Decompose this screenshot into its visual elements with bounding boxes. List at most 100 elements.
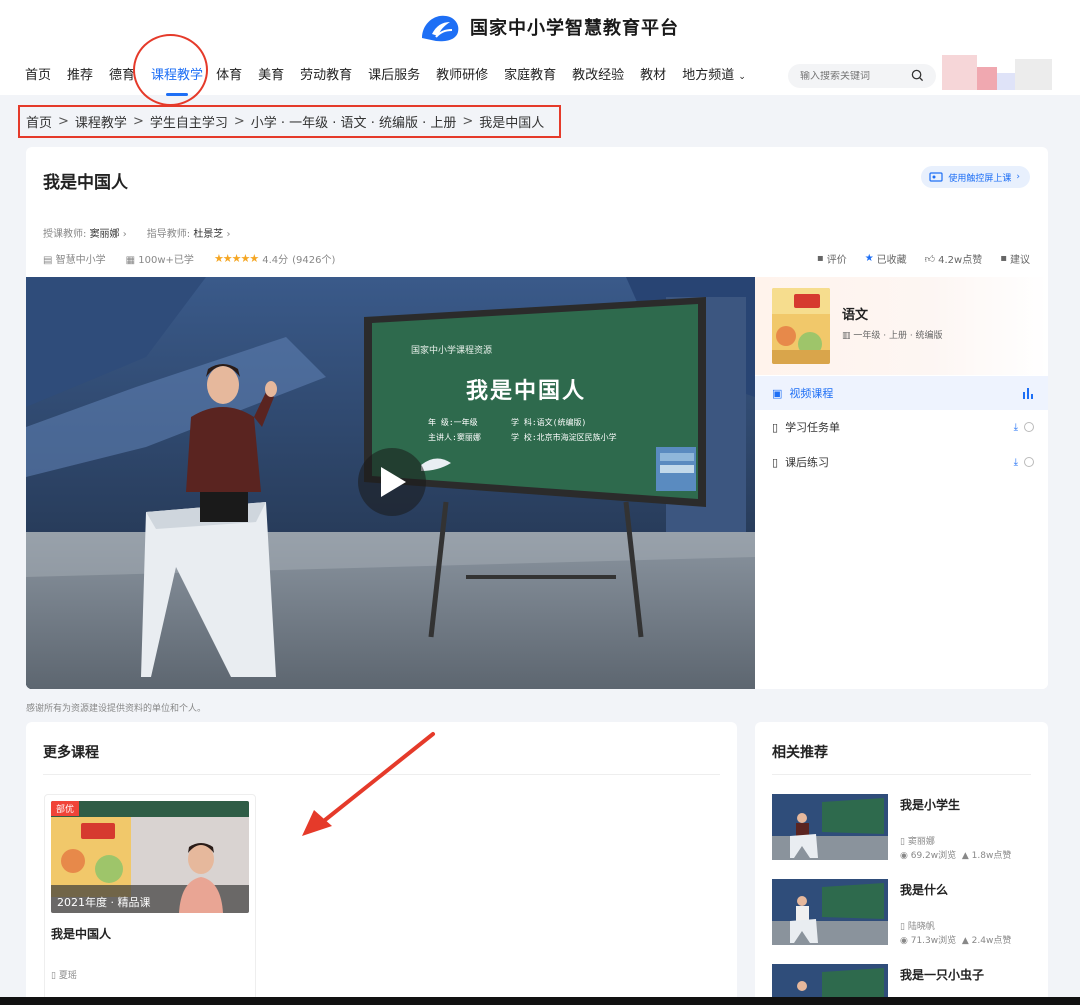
divider (772, 774, 1031, 775)
related-item[interactable]: 我是什么 ▯ 陆晓帆 ◉ 71.3w浏览 ▲ 2.4w点赞 (772, 879, 1032, 947)
search-box[interactable] (788, 64, 936, 88)
user-icon: ▯ (900, 922, 905, 932)
related-item[interactable]: 我是小学生 ▯ 窦丽娜 ◉ 69.2w浏览 ▲ 1.8w点赞 (772, 794, 1032, 862)
touchscreen-class-button[interactable]: 使用触控屏上课 › (921, 166, 1030, 188)
breadcrumb-home[interactable]: 首页 (26, 112, 52, 131)
breadcrumb-self-study[interactable]: 学生自主学习 (150, 112, 228, 131)
progress-ring-icon (1024, 422, 1034, 432)
nav-recommend[interactable]: 推荐 (67, 66, 93, 86)
nav-course-teaching[interactable]: 课程教学 (151, 66, 203, 86)
suggest-button[interactable]: ▪ 建议 (1000, 251, 1030, 266)
likes-label: 4.2w点赞 (938, 255, 983, 266)
breadcrumb-separator: > (462, 114, 474, 129)
likes-count: 1.8w点赞 (971, 851, 1012, 861)
like-button[interactable]: 👍︎ 4.2w点赞 (925, 251, 983, 267)
search-input[interactable] (800, 70, 910, 82)
teacher-row[interactable]: 授课教师: 窦丽娜 › (43, 225, 127, 240)
nav-teacher-training[interactable]: 教师研修 (436, 66, 488, 86)
board-school: 学 校:北京市海淀区民族小学 (511, 433, 617, 442)
related-card: 相关推荐 我是小学生 ▯ 窦丽娜 ◉ 69.2w浏览 ▲ 1.8w点赞 我是什么… (755, 722, 1048, 1005)
views-count: 71.3w浏览 (910, 936, 957, 946)
download-icon[interactable]: ⤓ (1014, 457, 1018, 468)
sidebar-item-label: 学习任务单 (785, 421, 841, 434)
progress-ring-icon (1024, 457, 1034, 467)
breadcrumb-grade[interactable]: 小学 · 一年级 · 语文 · 统编版 · 上册 (251, 112, 457, 131)
review-button[interactable]: ▪ 评价 (817, 251, 847, 266)
advisor-row[interactable]: 指导教师: 杜景芝 › (147, 225, 231, 240)
nav-sports[interactable]: 体育 (216, 66, 242, 86)
course-badge: 部优 (51, 801, 80, 816)
nav-after-school[interactable]: 课后服务 (368, 66, 420, 86)
textbook-desc: ▥ 一年级 · 上册 · 统编版 (842, 328, 943, 341)
nav-reform[interactable]: 教改经验 (572, 66, 624, 86)
course-card-author: ▯ 夏瑶 (51, 968, 77, 981)
video-player[interactable]: 国家中小学课程资源 我是中国人 年 级:一年级 学 科:语文(统编版) 主讲人:… (26, 277, 755, 689)
breadcrumb-current: 我是中国人 (479, 116, 545, 131)
site-logo[interactable]: 国家中小学智慧教育平台 (418, 8, 679, 46)
learners-meta: ▦ 100w+已学 (126, 251, 194, 266)
course-title: 我是中国人 (43, 173, 128, 193)
breadcrumb-separator: > (58, 114, 69, 129)
teacher-name: 窦丽娜 (89, 229, 120, 240)
views-count: 69.2w浏览 (910, 851, 957, 861)
comment-icon: ▪ (816, 253, 824, 264)
acknowledgement-text: 感谢所有为资源建设提供资料的单位和个人。 (26, 704, 207, 714)
course-author-name: 夏瑶 (58, 971, 77, 981)
item-controls: ⤓ (1014, 457, 1034, 468)
search-icon[interactable] (911, 69, 924, 82)
rating-stars-icon: ★★★★★ (213, 252, 259, 265)
nav-family[interactable]: 家庭教育 (504, 66, 556, 86)
item-controls: ⤓ (1014, 422, 1034, 433)
building-icon: ▤ (43, 255, 53, 266)
platform-name: 智慧中小学 (55, 255, 106, 266)
related-item-title: 我是一只小虫子 (900, 968, 985, 982)
nav-labor[interactable]: 劳动教育 (300, 66, 352, 86)
related-item-title: 我是什么 (900, 883, 949, 897)
screen-icon (929, 171, 943, 182)
view-icon: ◉ (900, 851, 908, 861)
playing-bars-icon (1022, 387, 1034, 399)
likes-count: 2.4w点赞 (971, 936, 1012, 946)
learners-count: 100w+已学 (138, 255, 194, 266)
advisor-name: 杜景芝 (193, 229, 224, 240)
nav-arts[interactable]: 美育 (258, 66, 284, 86)
sidebar-item-exercises[interactable]: ▯ 课后练习 ⤓ (755, 445, 1048, 479)
bottom-edge (0, 997, 1080, 1005)
course-card[interactable]: 部优 2021年度 · 精品课 我是中国人 ▯ 夏瑶 (44, 794, 256, 1004)
advisor-label: 指导教师: (146, 229, 191, 240)
sidebar-item-task-sheet[interactable]: ▯ 学习任务单 ⤓ (755, 410, 1048, 444)
breadcrumb-separator: > (233, 114, 245, 129)
related-title: 相关推荐 (772, 745, 828, 761)
nav-local-label: 地方频道 (682, 68, 735, 83)
suggest-label: 建议 (1010, 255, 1030, 266)
sidebar-item-label: 视频课程 (789, 387, 834, 400)
sidebar-item-video-course[interactable]: ▣ 视频课程 (755, 376, 1048, 410)
user-avatar-blurred[interactable] (942, 55, 1052, 90)
top-header: 国家中小学智慧教育平台 首页 推荐 德育 课程教学 体育 美育 劳动教育 课后服… (0, 0, 1080, 106)
star-icon: ★ (864, 253, 874, 264)
main-nav: 首页 推荐 德育 课程教学 体育 美育 劳动教育 课后服务 教师研修 家庭教育 … (25, 66, 746, 86)
sidebar-item-label: 课后练习 (785, 456, 830, 469)
site-title: 国家中小学智慧教育平台 (470, 18, 679, 39)
nav-textbook[interactable]: 教材 (640, 66, 666, 86)
nav-home[interactable]: 首页 (25, 66, 51, 86)
related-author-name: 窦丽娜 (907, 837, 935, 847)
textbook-name: 语文 (842, 308, 869, 323)
user-icon: ▯ (900, 837, 905, 847)
favorite-button[interactable]: ★ 已收藏 (865, 251, 907, 266)
play-square-icon: ▣ (772, 386, 783, 400)
chevron-right-icon: › (1016, 172, 1020, 182)
thumbs-up-icon: ▲ (961, 851, 969, 861)
board-subject: 学 科:语文(统编版) (511, 418, 587, 427)
board-title: 我是中国人 (466, 379, 587, 404)
rating-meta: ★★★★★ 4.4分 (9426个) (214, 251, 335, 266)
breadcrumb-course-teaching[interactable]: 课程教学 (75, 112, 127, 131)
nav-local-channel[interactable]: 地方频道 ⌄ (682, 66, 746, 86)
related-thumbnail (772, 879, 888, 945)
nav-moral[interactable]: 德育 (109, 66, 135, 86)
board-presenter: 主讲人:窦丽娜 (428, 433, 481, 442)
download-icon[interactable]: ⤓ (1014, 422, 1018, 433)
play-icon[interactable] (358, 448, 426, 516)
board-header: 国家中小学课程资源 (411, 346, 493, 356)
textbook-cover (772, 288, 830, 364)
